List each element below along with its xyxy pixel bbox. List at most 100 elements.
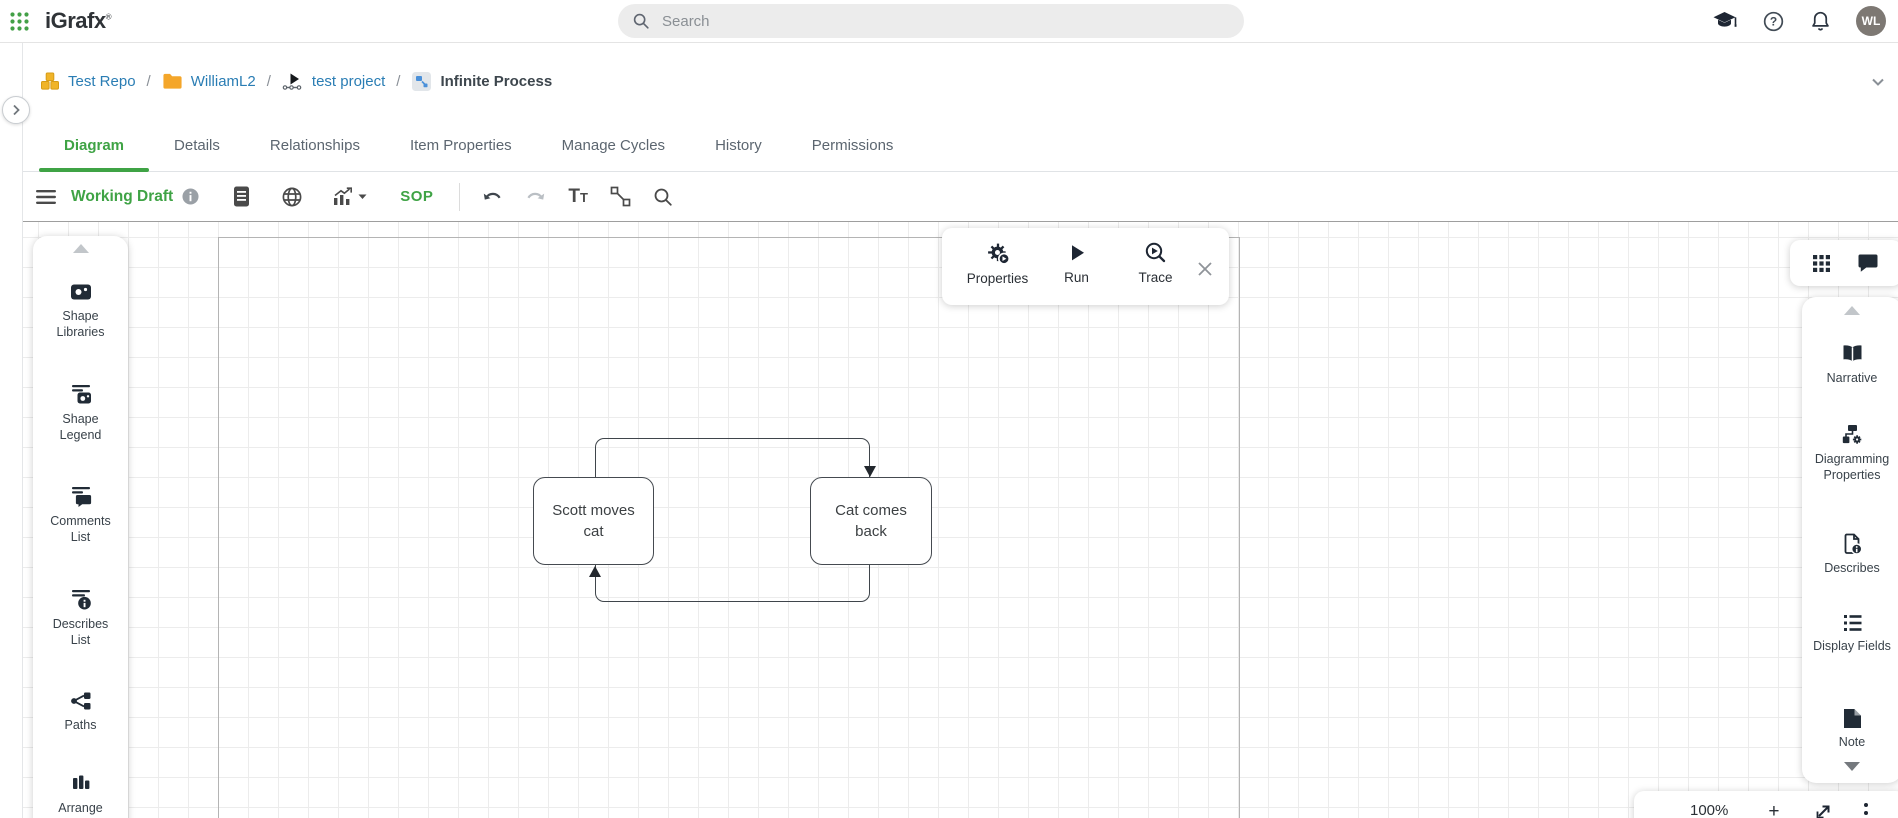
breadcrumb-project[interactable]: test project: [282, 71, 385, 92]
properties-button[interactable]: Properties: [958, 241, 1037, 286]
tab-diagram[interactable]: Diagram: [39, 120, 149, 171]
tab-relationships[interactable]: Relationships: [245, 120, 385, 171]
run-button[interactable]: Run: [1037, 241, 1116, 285]
fit-to-screen-icon[interactable]: [1813, 802, 1833, 818]
folder-icon: [162, 72, 183, 90]
zoom-control: 100% +: [1634, 791, 1898, 818]
performance-chart-icon[interactable]: [333, 187, 368, 206]
connector-tool-icon[interactable]: [610, 186, 631, 207]
diagramming-properties-button[interactable]: Diagramming Properties: [1802, 423, 1898, 483]
notifications-bell-icon[interactable]: [1809, 10, 1832, 33]
breadcrumb: Test Repo / WilliamL2 / test project /: [23, 42, 1898, 120]
tab-item-properties[interactable]: Item Properties: [385, 120, 537, 171]
menu-hamburger-icon[interactable]: [36, 189, 56, 205]
user-avatar[interactable]: WL: [1856, 6, 1886, 36]
chevron-down-icon: [357, 193, 368, 201]
scroll-up-icon[interactable]: [1844, 306, 1860, 315]
zoom-in-button[interactable]: +: [1768, 802, 1779, 818]
igrafx-logo: iGrafx®: [45, 8, 111, 34]
trace-icon: [1144, 241, 1168, 265]
note-icon: [1840, 707, 1865, 730]
academy-icon[interactable]: [1712, 9, 1738, 33]
search-icon: [632, 12, 650, 30]
text-format-icon[interactable]: TT: [568, 187, 588, 206]
breadcrumb-current-item: Infinite Process: [411, 71, 552, 92]
narrative-book-icon: [1840, 342, 1865, 366]
more-options-kebab-icon[interactable]: [1863, 802, 1869, 818]
describes-button[interactable]: Describes: [1802, 532, 1898, 577]
diagram-toolbar: Working Draft SOP: [23, 172, 1898, 221]
shape-context-toolbar: Properties Run Trace: [942, 228, 1229, 305]
shape-scott-moves-cat[interactable]: Scott moves cat: [533, 477, 654, 565]
tab-details[interactable]: Details: [149, 120, 245, 171]
globe-icon[interactable]: [281, 186, 303, 208]
zoom-search-icon[interactable]: [653, 187, 673, 207]
connector-bottom-loop[interactable]: [595, 565, 870, 602]
scroll-down-icon[interactable]: [1844, 762, 1860, 771]
sidebar-collapse-button[interactable]: [2, 96, 30, 124]
paths-icon: [69, 689, 93, 713]
diagram-icon: [411, 71, 432, 92]
narrative-button[interactable]: Narrative: [1802, 342, 1898, 387]
breadcrumb-separator: /: [396, 73, 400, 90]
note-button[interactable]: Note: [1802, 707, 1898, 751]
trace-button[interactable]: Trace: [1116, 241, 1195, 285]
describes-document-icon: [1840, 532, 1865, 556]
breadcrumb-repository[interactable]: Test Repo: [40, 71, 136, 91]
global-search[interactable]: [618, 4, 1244, 38]
version-info-icon[interactable]: [182, 188, 199, 205]
display-fields-icon: [1840, 612, 1865, 634]
close-icon[interactable]: [1195, 259, 1215, 279]
shape-libraries-icon: [69, 280, 93, 304]
app-launcher-grid-icon[interactable]: [9, 11, 30, 32]
breadcrumb-folder[interactable]: WilliamL2: [162, 72, 256, 90]
comments-list-button[interactable]: Comments List: [33, 485, 128, 545]
breadcrumb-separator: /: [147, 73, 151, 90]
display-fields-button[interactable]: Display Fields: [1802, 612, 1898, 655]
describes-list-icon: [69, 588, 93, 612]
diagramming-properties-icon: [1840, 423, 1865, 447]
toolbar-divider: [459, 183, 460, 211]
shape-cat-comes-back[interactable]: Cat comes back: [810, 477, 932, 565]
shape-legend-button[interactable]: Shape Legend: [33, 383, 128, 443]
right-view-toggle: [1790, 240, 1898, 286]
document-report-icon[interactable]: [233, 186, 250, 207]
left-tools-panel: Shape Libraries Shape Legend Comments Li…: [33, 236, 128, 818]
chat-icon[interactable]: [1857, 253, 1879, 273]
breadcrumb-expand-chevron-icon[interactable]: [1870, 74, 1886, 90]
svg-text:?: ?: [1770, 14, 1777, 28]
igrafx-app: { "header": { "logo_text": "iGrafx", "lo…: [0, 0, 1898, 818]
repository-icon: [40, 71, 60, 91]
arrange-button[interactable]: Arrange: [33, 774, 128, 817]
breadcrumb-separator: /: [267, 73, 271, 90]
connector-top-loop[interactable]: [595, 438, 870, 477]
version-label[interactable]: Working Draft: [71, 188, 173, 206]
diagram-canvas[interactable]: Scott moves cat Cat comes back Propertie…: [23, 221, 1898, 818]
shape-legend-icon: [69, 383, 93, 407]
properties-gear-icon: [985, 241, 1011, 266]
top-bar: iGrafx® ?: [0, 0, 1898, 43]
search-input[interactable]: [660, 12, 1230, 31]
shape-libraries-button[interactable]: Shape Libraries: [33, 280, 128, 340]
undo-icon[interactable]: [482, 189, 504, 205]
scroll-up-icon[interactable]: [73, 244, 89, 253]
process-icon: [282, 71, 304, 92]
tab-history[interactable]: History: [690, 120, 787, 171]
right-tools-panel: Narrative Diagramming Properties: [1802, 297, 1898, 783]
help-icon[interactable]: ?: [1762, 10, 1785, 33]
arrange-icon: [69, 774, 93, 796]
describes-list-button[interactable]: Describes List: [33, 588, 128, 648]
redo-icon[interactable]: [524, 189, 546, 205]
connector-arrowhead-down: [864, 466, 876, 477]
paths-button[interactable]: Paths: [33, 689, 128, 734]
comments-list-icon: [69, 485, 93, 509]
header-actions: ? WL: [1712, 0, 1886, 42]
zoom-level: 100%: [1690, 802, 1728, 818]
tab-permissions[interactable]: Permissions: [787, 120, 919, 171]
run-play-icon: [1065, 241, 1089, 265]
grid-icon[interactable]: [1812, 254, 1831, 273]
sop-button[interactable]: SOP: [400, 188, 433, 205]
tab-manage-cycles[interactable]: Manage Cycles: [537, 120, 690, 171]
page-boundary: [218, 237, 1240, 818]
item-tabs: Diagram Details Relationships Item Prope…: [23, 120, 1898, 172]
